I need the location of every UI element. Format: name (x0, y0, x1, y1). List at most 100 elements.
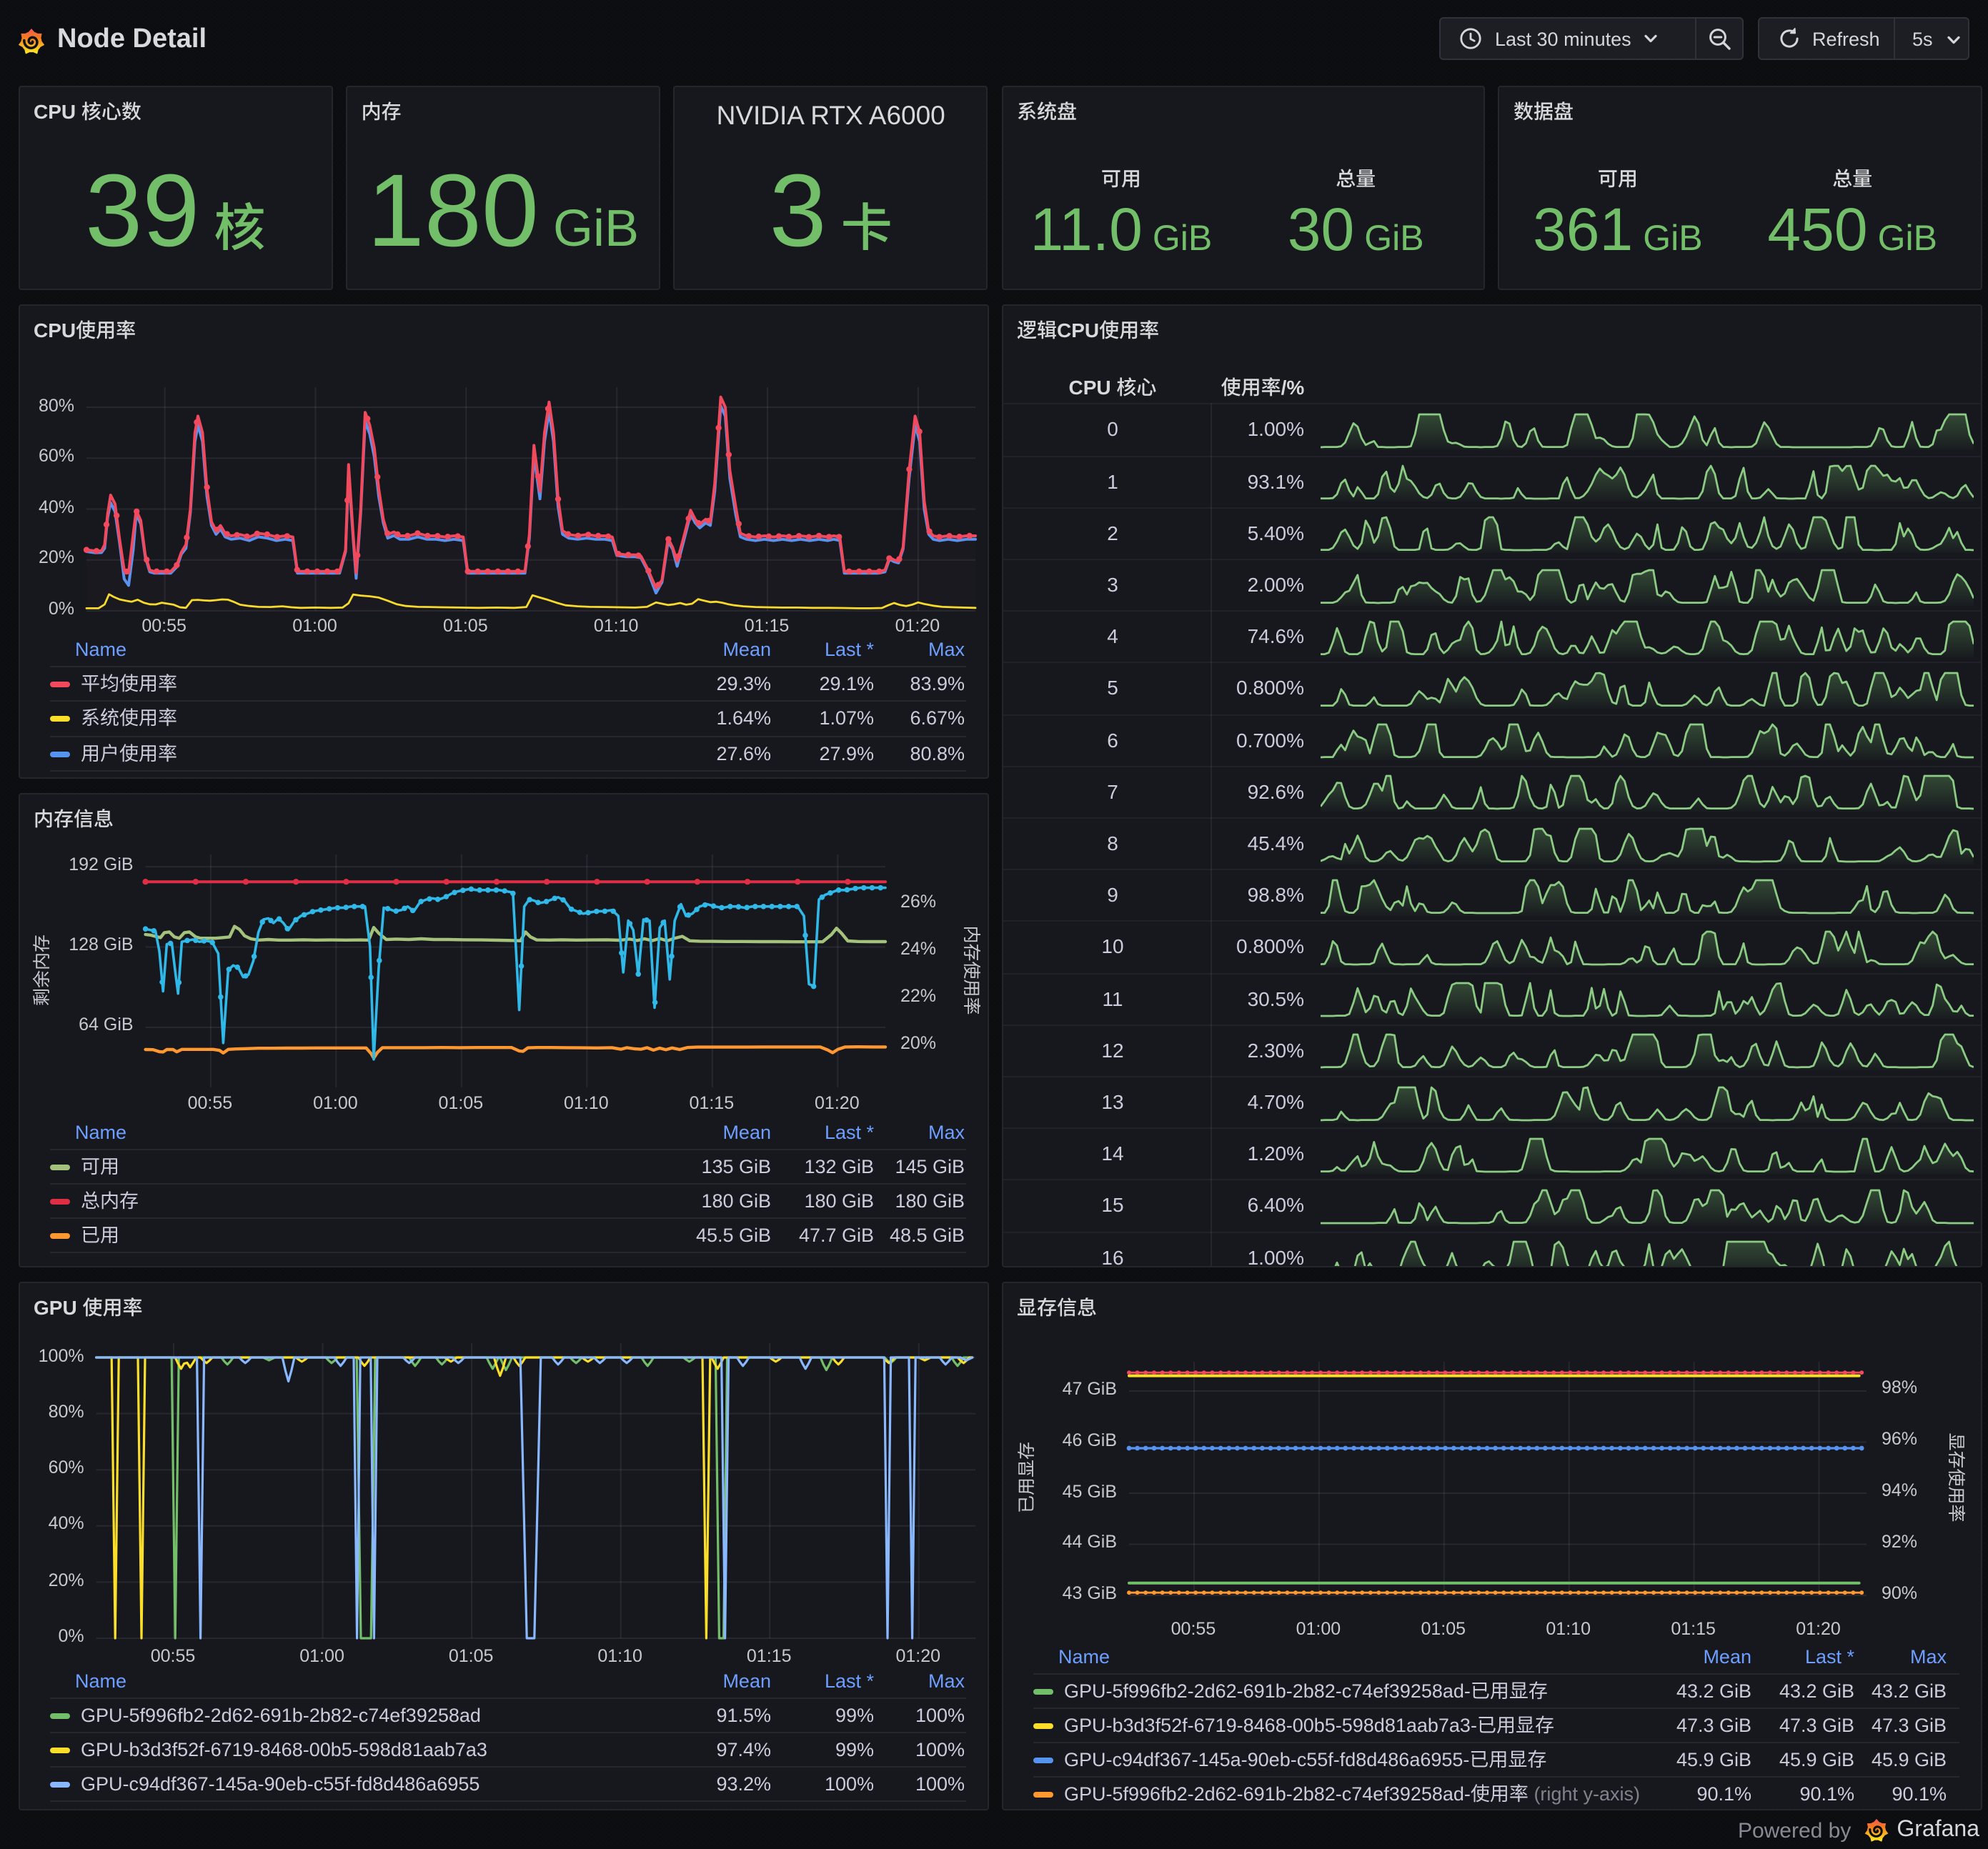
legend-series-name[interactable]: 已用 (81, 1222, 119, 1247)
cpu-usage-cell: 30.5% (1247, 987, 1304, 1010)
x-tick: 01:15 (689, 1093, 735, 1114)
gpu-usage-panel: GPU 使用率 0% 20% 40% 60% 80% 100% 00:55 01:00 01:05… (18, 1281, 988, 1810)
stat-unit: GiB (1364, 219, 1424, 259)
legend-value: 180 GiB (895, 1190, 965, 1211)
legend-series-color[interactable] (49, 1198, 69, 1204)
refresh-label[interactable]: Refresh (1812, 28, 1880, 49)
x-tick: 01:05 (443, 616, 488, 636)
y-axis-label-left: 剩余内存 (31, 934, 51, 1007)
table-row-separator (1003, 558, 1980, 560)
legend-series-name[interactable]: GPU-5f996fb2-2d62-691b-2b82-c74ef39258ad… (1064, 1781, 1640, 1805)
legend-series-name[interactable]: 用户使用率 (81, 741, 177, 765)
time-range-label[interactable]: Last 30 minutes (1495, 28, 1631, 49)
y-tick: 20% (38, 547, 74, 568)
legend-header[interactable]: Max (836, 637, 965, 661)
y-tick: 40% (48, 1513, 84, 1534)
legend-header-name[interactable]: Name (75, 1668, 126, 1693)
col-header-usage[interactable]: 使用率/% (1177, 372, 1348, 401)
x-tick: 00:55 (1171, 1618, 1216, 1638)
stat-title: 系统盘 (1017, 100, 1077, 123)
table-row-separator (1003, 662, 1980, 664)
y-tick-right: 92% (1882, 1531, 1918, 1552)
legend-series-color[interactable] (1033, 1723, 1053, 1728)
legend-header-name[interactable]: Name (75, 1120, 126, 1144)
table-row-separator (1003, 1127, 1980, 1130)
legend-series-color[interactable] (1033, 1688, 1053, 1694)
legend-series-color[interactable] (1033, 1791, 1053, 1797)
legend-series-name[interactable]: 可用 (81, 1154, 119, 1178)
x-tick: 01:15 (1671, 1618, 1716, 1638)
grafana-logo (18, 29, 45, 54)
grafana-brand-label[interactable]: Grafana (1897, 1818, 1979, 1843)
y-tick-right: 94% (1882, 1480, 1918, 1500)
stat-value-row: 450 GiB (1611, 196, 1980, 264)
legend-series-name[interactable]: GPU-5f996fb2-2d62-691b-2b82-c74ef39258ad… (1064, 1678, 1548, 1703)
legend-series-color[interactable] (49, 1713, 69, 1718)
cpu-usage-cell: 1.20% (1247, 1142, 1304, 1165)
legend-series-color[interactable] (1033, 1757, 1053, 1763)
cpu-usage-cell: 0.800% (1236, 676, 1304, 699)
y-tick: 46 GiB (1062, 1430, 1117, 1450)
legend-separator (49, 1182, 965, 1184)
legend-separator (1033, 1673, 1959, 1674)
legend-series-name[interactable]: GPU-c94df367-145a-90eb-c55f-fd8d486a6955 (81, 1771, 479, 1795)
y-tick: 80% (48, 1401, 84, 1422)
legend-value: 48.5 GiB (889, 1224, 965, 1245)
legend-series-name[interactable]: GPU-b3d3f52f-6719-8468-00b5-598d81aab7a3 (81, 1737, 487, 1761)
x-tick: 01:15 (744, 616, 790, 636)
legend-series-name[interactable]: GPU-c94df367-145a-90eb-c55f-fd8d486a6955… (1064, 1747, 1546, 1771)
legend-series-color[interactable] (49, 1781, 69, 1787)
table-row-separator (1003, 1179, 1980, 1181)
legend-header[interactable]: Max (836, 1120, 965, 1144)
legend-header-name[interactable]: Name (75, 637, 126, 661)
zoom-out-icon[interactable] (1708, 27, 1732, 51)
legend-header[interactable]: Max (836, 1668, 965, 1693)
stat-unit: GiB (553, 199, 640, 257)
legend-series-name[interactable]: 系统使用率 (81, 706, 177, 730)
stat-unit: 卡 (840, 199, 893, 257)
stat-value-row: 3卡 (675, 156, 987, 267)
cpu-usage-cell: 1.00% (1247, 1245, 1304, 1267)
legend-series-color[interactable] (49, 681, 69, 687)
x-tick: 00:55 (187, 1093, 233, 1114)
cpu-usage-cell: 98.8% (1247, 883, 1304, 907)
legend-separator (49, 700, 965, 702)
legend-series-name[interactable]: 总内存 (81, 1188, 139, 1212)
legend-series-color[interactable] (49, 1232, 69, 1238)
table-row-separator (1003, 714, 1980, 715)
y-axis-label-right: 显存使用率 (1946, 1432, 1966, 1523)
grafana-footer-logo (1864, 1818, 1889, 1842)
stat-panel-0: CPU 核心数 39 核 (18, 86, 333, 289)
legend-series-name[interactable]: GPU-b3d3f52f-6719-8468-00b5-598d81aab7a3… (1064, 1713, 1554, 1737)
legend-header[interactable]: Max (1818, 1644, 1947, 1668)
legend-header-name[interactable]: Name (1058, 1644, 1110, 1668)
stat-unit: GiB (1877, 219, 1937, 259)
logical-cpu-panel-title: 逻辑CPU使用率 (1017, 318, 1160, 341)
divider (1894, 19, 1895, 59)
refresh-group: Refresh 5s (1758, 17, 1969, 60)
col-header-core[interactable]: CPU 核心 (1027, 372, 1198, 401)
legend-value: 90.1% (1892, 1783, 1947, 1804)
legend-value: 80.8% (910, 742, 965, 764)
legend-series-color[interactable] (49, 1164, 69, 1170)
cpu-core-sparkline (1333, 1240, 1957, 1265)
legend-value: 100% (915, 1773, 965, 1794)
legend-series-name[interactable]: 平均使用率 (81, 671, 177, 695)
legend-value: 100% (915, 1704, 965, 1725)
legend-series-color[interactable] (49, 751, 69, 757)
cpu-core-sparkline (1320, 464, 1973, 502)
x-tick: 01:10 (564, 1093, 609, 1114)
x-tick: 01:20 (895, 616, 940, 636)
cpu-core-sparkline (1320, 878, 1973, 916)
cpu-core-sparkline (1320, 1189, 1973, 1226)
legend-series-color[interactable] (49, 1747, 69, 1753)
legend-series-name[interactable]: GPU-5f996fb2-2d62-691b-2b82-c74ef39258ad (81, 1703, 481, 1727)
y-tick-right: 98% (1882, 1377, 1918, 1397)
refresh-icon[interactable] (1778, 27, 1801, 50)
cpu-core-sparkline (1320, 619, 1973, 657)
legend-series-color[interactable] (49, 716, 69, 722)
refresh-interval[interactable]: 5s (1912, 28, 1933, 49)
stat-value: 450 (1767, 196, 1868, 263)
x-tick: 01:20 (895, 1646, 941, 1666)
stat-value: 39 (85, 154, 200, 269)
